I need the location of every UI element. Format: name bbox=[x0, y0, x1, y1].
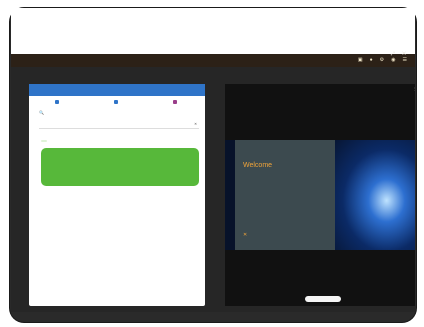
tab-3[interactable] bbox=[172, 98, 179, 106]
kebab-menu-icon[interactable]: ⋮ bbox=[413, 84, 415, 94]
tab-3-icon bbox=[172, 100, 177, 104]
slide-panel: Welcome ✕ bbox=[235, 140, 335, 250]
brand-mark-icon: ✕ bbox=[243, 232, 248, 238]
success-card bbox=[41, 148, 199, 186]
pill-1[interactable] bbox=[41, 140, 47, 142]
slide-welcome: Welcome bbox=[243, 162, 273, 169]
settings-icon[interactable]: ⚙ bbox=[380, 54, 384, 67]
search-input[interactable]: ✕ bbox=[39, 120, 199, 129]
right-panel-header: ⋮ bbox=[225, 84, 415, 94]
right-panel: ⋮ Welcome ✕ bbox=[225, 84, 415, 306]
clear-icon[interactable]: ✕ bbox=[194, 120, 197, 128]
left-panel-header bbox=[29, 84, 205, 96]
brand-logo: ✕ bbox=[243, 232, 250, 238]
search-icon: 🔍 bbox=[39, 110, 44, 115]
filter-pills bbox=[41, 140, 57, 142]
bell-icon[interactable]: ● bbox=[370, 54, 373, 67]
presentation-viewer[interactable]: Welcome ✕ bbox=[225, 140, 415, 250]
window-icon[interactable]: ▣ bbox=[358, 54, 363, 67]
tab-2[interactable] bbox=[113, 98, 120, 106]
tab-1-icon bbox=[55, 100, 60, 104]
tab-2-icon bbox=[113, 100, 118, 104]
background-graphic bbox=[335, 140, 415, 250]
section-title-row: 🔍 bbox=[39, 110, 46, 115]
left-panel: 🔍 ✕ bbox=[29, 84, 205, 306]
app-screen: ⤢ ✕ ▣ ● ⚙ ◉ ☰ 🔍 ✕ ⋮ Welcome ✕ bbox=[11, 8, 415, 312]
user-icon[interactable]: ◉ bbox=[391, 54, 395, 67]
viewer-action-button[interactable] bbox=[305, 296, 341, 302]
pill-2[interactable] bbox=[51, 140, 57, 142]
menu-icon[interactable]: ☰ bbox=[403, 54, 407, 67]
left-tabs bbox=[29, 98, 205, 106]
top-toolbar: ⤢ ✕ ▣ ● ⚙ ◉ ☰ bbox=[11, 51, 415, 67]
toolbar-icons: ▣ ● ⚙ ◉ ☰ bbox=[358, 54, 407, 67]
tab-1[interactable] bbox=[55, 98, 61, 106]
